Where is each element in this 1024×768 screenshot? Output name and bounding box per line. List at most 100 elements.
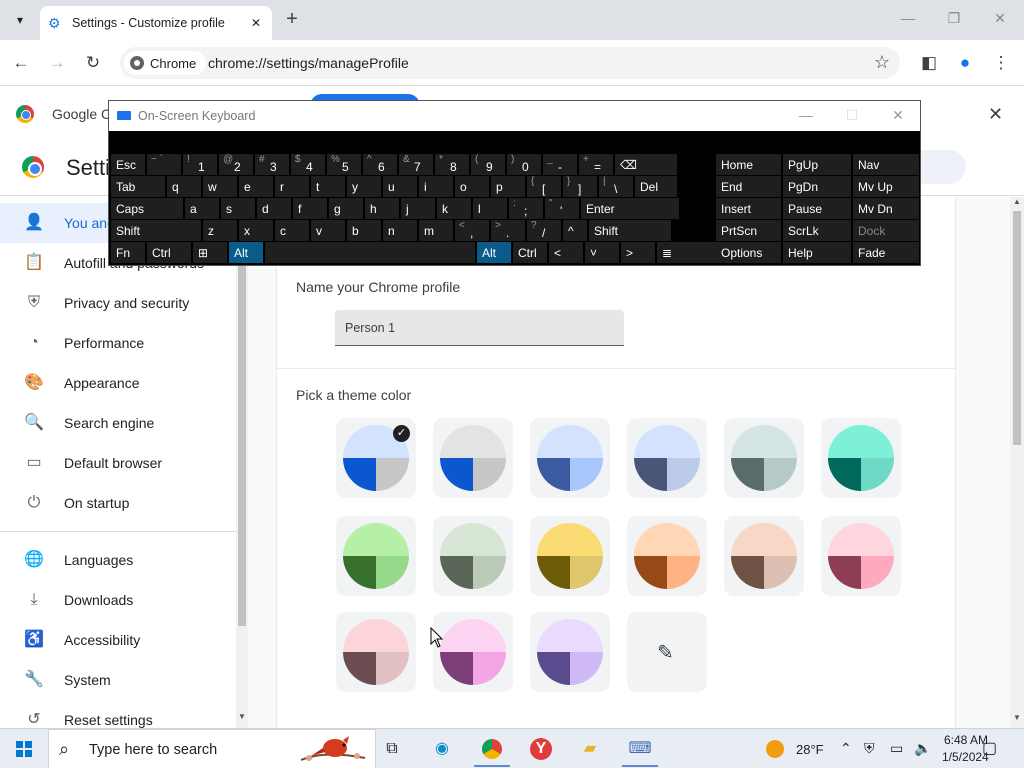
sidebar-scrollbar[interactable]: ▼	[236, 200, 248, 728]
osk-key[interactable]: ⊞	[193, 242, 227, 263]
menu-icon[interactable]: ⋮	[990, 52, 1012, 74]
osk-key[interactable]: ^ 6	[363, 154, 397, 175]
side-panel-icon[interactable]: ◧	[918, 52, 940, 74]
restore-icon[interactable]: ❐	[944, 10, 964, 27]
address-bar[interactable]: Chrome chrome://settings/manageProfile ☆	[120, 47, 900, 79]
close-window-icon[interactable]: ✕	[990, 10, 1010, 27]
osk-key[interactable]: @2	[219, 154, 253, 175]
osk-key[interactable]: <,	[455, 220, 489, 241]
sidebar-item[interactable]: ⏻ On startup	[0, 483, 236, 523]
osk-key[interactable]: + =	[579, 154, 613, 175]
osk-key[interactable]: % 5	[327, 154, 361, 175]
theme-swatch[interactable]	[530, 612, 610, 692]
scroll-up-arrow[interactable]: ▲	[1010, 197, 1024, 206]
osk-titlebar[interactable]: On-Screen Keyboard — ☐ ✕	[109, 101, 920, 131]
sidebar-item[interactable]: 🔧 System	[0, 660, 236, 700]
osk-key[interactable]: " '	[545, 198, 579, 219]
sidebar-item[interactable]: 🎨 Appearance	[0, 363, 236, 403]
osk-key[interactable]: Alt	[477, 242, 511, 263]
osk-key[interactable]: {[	[527, 176, 561, 197]
osk-key[interactable]: Caps	[111, 198, 183, 219]
osk-key[interactable]: Esc	[111, 154, 145, 175]
sidebar-item[interactable]: 🔍 Search engine	[0, 403, 236, 443]
network-icon[interactable]: ▭	[890, 740, 903, 757]
osk-key[interactable]: ~ `	[147, 154, 181, 175]
theme-swatch[interactable]	[821, 516, 901, 596]
osk-key[interactable]: w	[203, 176, 237, 197]
osk-nav-key[interactable]: Pause	[783, 198, 851, 219]
forward-icon[interactable]: →	[46, 52, 68, 74]
osk-nav-key[interactable]: PgDn	[783, 176, 851, 197]
osk-key[interactable]: l	[473, 198, 507, 219]
close-icon[interactable]: ✕	[248, 15, 264, 31]
close-icon[interactable]: ✕	[889, 107, 907, 124]
osk-key[interactable]: Del	[635, 176, 677, 197]
sidebar-item[interactable]: ⛨ Privacy and security	[0, 283, 236, 323]
osk-nav-key[interactable]: ScrLk	[783, 220, 851, 241]
osk-key[interactable]: ⌫	[615, 154, 677, 175]
new-tab-button[interactable]: +	[282, 9, 302, 30]
maximize-icon[interactable]: ☐	[843, 107, 861, 124]
security-icon[interactable]: ⛨	[864, 740, 875, 757]
windows-start-icon[interactable]	[16, 741, 32, 757]
osk-key[interactable]: j	[401, 198, 435, 219]
theme-swatch[interactable]	[336, 612, 416, 692]
site-chip[interactable]: Chrome	[124, 51, 207, 75]
reload-icon[interactable]: ↻	[82, 52, 104, 74]
url-text[interactable]: chrome://settings/manageProfile	[208, 55, 409, 71]
star-icon[interactable]: ☆	[874, 52, 890, 73]
osk-key[interactable]: Tab	[111, 176, 165, 197]
osk-key[interactable]: #3	[255, 154, 289, 175]
chevron-down-icon[interactable]: ▾	[8, 8, 32, 32]
osk-key[interactable]: z	[203, 220, 237, 241]
osk-key[interactable]: c	[275, 220, 309, 241]
minimize-icon[interactable]: —	[797, 107, 815, 123]
main-scrollbar[interactable]: ▲ ▼	[1010, 197, 1024, 728]
osk-nav-key[interactable]: Options	[716, 242, 781, 263]
theme-swatch[interactable]	[724, 516, 804, 596]
osk-key[interactable]: Shift	[589, 220, 671, 241]
osk-key[interactable]: a	[185, 198, 219, 219]
osk-key[interactable]: ˅	[585, 242, 619, 263]
keyboard-taskbar-icon[interactable]: ⌨	[622, 737, 658, 767]
back-icon[interactable]: ←	[10, 52, 32, 74]
sidebar-item[interactable]: ⤓ Downloads	[0, 580, 236, 620]
osk-key[interactable]: b	[347, 220, 381, 241]
osk-key[interactable]: h	[365, 198, 399, 219]
osk-key[interactable]	[265, 242, 475, 263]
osk-key[interactable]: Fn	[111, 242, 145, 263]
osk-key[interactable]: Ctrl	[147, 242, 191, 263]
theme-swatch[interactable]	[433, 612, 513, 692]
close-icon[interactable]: ✕	[988, 104, 1003, 125]
sidebar-item[interactable]: ◔ Performance	[0, 323, 236, 363]
theme-swatch[interactable]	[627, 418, 707, 498]
osk-key[interactable]: * 8	[435, 154, 469, 175]
osk-key[interactable]: m	[419, 220, 453, 241]
osk-key[interactable]: g	[329, 198, 363, 219]
osk-nav-key[interactable]: PgUp	[783, 154, 851, 175]
theme-swatch[interactable]	[821, 418, 901, 498]
osk-nav-key[interactable]: Home	[716, 154, 781, 175]
osk-nav-key[interactable]: Nav	[853, 154, 919, 175]
notification-icon[interactable]: ▢	[982, 738, 997, 758]
osk-key[interactable]: ≣	[657, 242, 719, 263]
osk-nav-key[interactable]: End	[716, 176, 781, 197]
osk-key[interactable]: q	[167, 176, 201, 197]
osk-nav-key[interactable]: Help	[783, 242, 851, 263]
osk-key[interactable]: _ -	[543, 154, 577, 175]
chrome-taskbar-icon[interactable]	[474, 737, 510, 767]
osk-key[interactable]: n	[383, 220, 417, 241]
osk-nav-key[interactable]: Insert	[716, 198, 781, 219]
scroll-down-arrow[interactable]: ▼	[236, 712, 248, 721]
osk-key[interactable]: o	[455, 176, 489, 197]
yandex-icon[interactable]: Y	[530, 738, 552, 760]
osk-key[interactable]: ? /	[527, 220, 561, 241]
osk-key[interactable]: f	[293, 198, 327, 219]
osk-key[interactable]: }]	[563, 176, 597, 197]
file-explorer-icon[interactable]: ▰	[578, 737, 602, 761]
osk-key[interactable]: | \	[599, 176, 633, 197]
osk-key[interactable]: y	[347, 176, 381, 197]
theme-swatch[interactable]	[530, 516, 610, 596]
osk-key[interactable]: Shift	[111, 220, 201, 241]
osk-nav-key[interactable]: Dock	[853, 220, 919, 241]
